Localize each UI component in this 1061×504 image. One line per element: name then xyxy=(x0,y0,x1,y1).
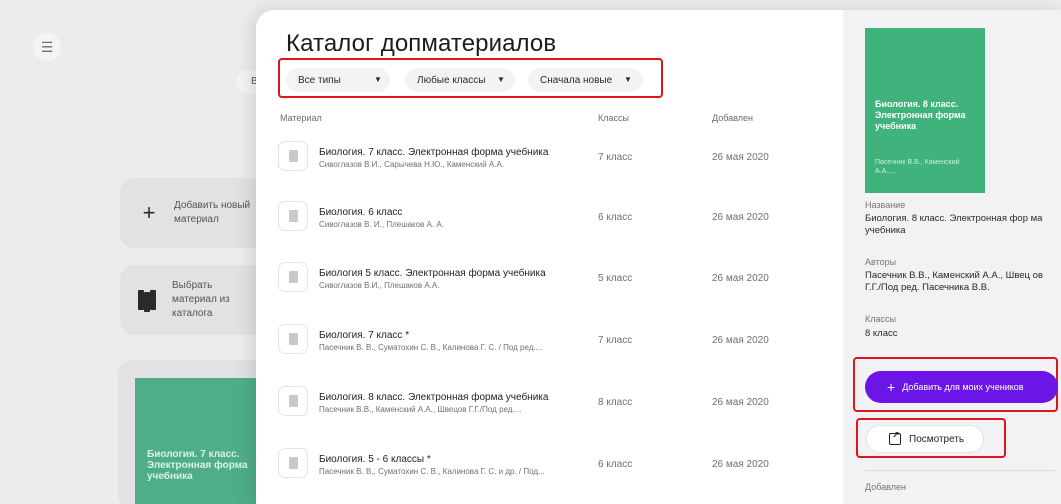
row-authors: Пасечник В.В., Каменский А.А., Швецов Г.… xyxy=(319,405,522,414)
row-grade: 7 класс xyxy=(598,335,633,346)
add-new-material-label: Добавить новый материал xyxy=(174,200,251,225)
table-row[interactable]: Биология. 7 класс * Пасечник В. В., Сума… xyxy=(278,323,838,381)
divider xyxy=(865,470,1055,471)
file-icon xyxy=(278,141,308,171)
row-title: Биология. 8 класс. Электронная форма уче… xyxy=(319,392,549,403)
grades-label: Классы xyxy=(865,314,896,324)
table-row[interactable]: Биология. 6 класс Сивоглазов В. И., Плеш… xyxy=(278,200,838,258)
row-grade: 6 класс xyxy=(598,459,633,470)
book-cover: Биология. 8 класс. Электронная форма уче… xyxy=(865,28,985,193)
column-header-added[interactable]: Добавлен xyxy=(712,113,753,123)
row-grade: 5 класс xyxy=(598,273,633,284)
row-authors: Сивоглазов В.И., Плешаков А.А. xyxy=(319,281,440,290)
table-row[interactable]: Биология. 8 класс. Электронная форма уче… xyxy=(278,385,838,443)
grade-filter-dropdown[interactable]: Любые классы ▼ xyxy=(405,68,515,92)
chevron-down-icon: ▼ xyxy=(374,75,382,84)
sort-dropdown[interactable]: Сначала новые ▼ xyxy=(528,68,643,92)
add-button-highlight: + Добавить для моих учеников xyxy=(853,357,1058,412)
chevron-down-icon: ▼ xyxy=(624,75,632,84)
row-date: 26 мая 2020 xyxy=(712,152,769,163)
sort-label: Сначала новые xyxy=(540,74,613,86)
books-icon xyxy=(138,290,156,312)
choose-from-catalog-label: Выбрать материал из каталога xyxy=(172,280,230,319)
external-link-icon xyxy=(889,430,901,445)
column-header-material[interactable]: Материал xyxy=(280,113,322,123)
file-icon xyxy=(278,448,308,478)
row-grade: 8 класс xyxy=(598,397,633,408)
table-row[interactable]: Биология 5 класс. Электронная форма учеб… xyxy=(278,261,838,319)
file-icon xyxy=(278,201,308,231)
file-icon xyxy=(278,386,308,416)
row-title: Биология 5 класс. Электронная форма учеб… xyxy=(319,268,546,279)
row-title: Биология. 5 - 6 классы * xyxy=(319,454,431,465)
row-date: 26 мая 2020 xyxy=(712,273,769,284)
background-book-cover: Биология. 7 класс. Электронная форма уче… xyxy=(135,378,260,504)
menu-icon[interactable]: ☰ xyxy=(33,33,61,61)
authors-label: Авторы xyxy=(865,257,897,267)
cover-authors: Пасечник В.В., Каменский А.А.,... xyxy=(875,159,960,175)
table-row[interactable]: Биология. 7 класс. Электронная форма уче… xyxy=(278,140,838,198)
file-icon xyxy=(278,262,308,292)
name-value: Биология. 8 класс. Электронная фор ма уч… xyxy=(865,213,1043,236)
grade-filter-label: Любые классы xyxy=(417,74,486,86)
row-title: Биология. 7 класс. Электронная форма уче… xyxy=(319,147,549,158)
row-grade: 7 класс xyxy=(598,152,633,163)
row-authors: Пасечник В. В., Суматохин С. В., Калинов… xyxy=(319,467,545,476)
name-label: Название xyxy=(865,200,906,210)
row-date: 26 мая 2020 xyxy=(712,212,769,223)
authors-value: Пасечник В.В., Каменский А.А., Швец ов Г… xyxy=(865,270,1043,293)
row-authors: Сивоглазов В. И., Плешаков А. А. xyxy=(319,220,444,229)
table-row[interactable]: Биология. 5 - 6 классы * Пасечник В. В.,… xyxy=(278,447,838,504)
added-label: Добавлен xyxy=(865,482,906,492)
details-panel: Биология. 8 класс. Электронная форма уче… xyxy=(843,10,1061,504)
filters-bar: Все типы ▼ Любые классы ▼ Сначала новые … xyxy=(278,58,663,98)
column-header-grades[interactable]: Классы xyxy=(598,113,629,123)
page-title: Каталог допматериалов xyxy=(286,30,557,57)
file-icon xyxy=(278,324,308,354)
type-filter-dropdown[interactable]: Все типы ▼ xyxy=(286,68,390,92)
grades-value: 8 класс xyxy=(865,328,898,339)
plus-icon: + xyxy=(887,379,896,395)
catalog-modal: Каталог допматериалов Все типы ▼ Любые к… xyxy=(256,10,1061,504)
row-authors: Сивоглазов В.И., Сарычева Н.Ю., Каменски… xyxy=(319,160,505,169)
row-date: 26 мая 2020 xyxy=(712,459,769,470)
row-date: 26 мая 2020 xyxy=(712,335,769,346)
row-title: Биология. 6 класс xyxy=(319,207,403,218)
background-cover-title: Биология. 7 класс. Электронная форма уче… xyxy=(147,449,248,482)
row-title: Биология. 7 класс * xyxy=(319,330,410,341)
row-authors: Пасечник В. В., Суматохин С. В., Калинов… xyxy=(319,343,543,352)
view-button-highlight: Посмотреть xyxy=(856,418,1006,458)
cover-title: Биология. 8 класс. Электронная форма уче… xyxy=(875,99,966,131)
add-for-students-button[interactable]: + Добавить для моих учеников xyxy=(865,371,1058,403)
view-label: Посмотреть xyxy=(909,433,965,445)
row-date: 26 мая 2020 xyxy=(712,397,769,408)
chevron-down-icon: ▼ xyxy=(497,75,505,84)
view-button[interactable]: Посмотреть xyxy=(866,425,984,453)
type-filter-label: Все типы xyxy=(298,74,341,86)
row-grade: 6 класс xyxy=(598,212,633,223)
plus-icon: + xyxy=(142,200,156,225)
add-for-students-label: Добавить для моих учеников xyxy=(902,382,1024,392)
